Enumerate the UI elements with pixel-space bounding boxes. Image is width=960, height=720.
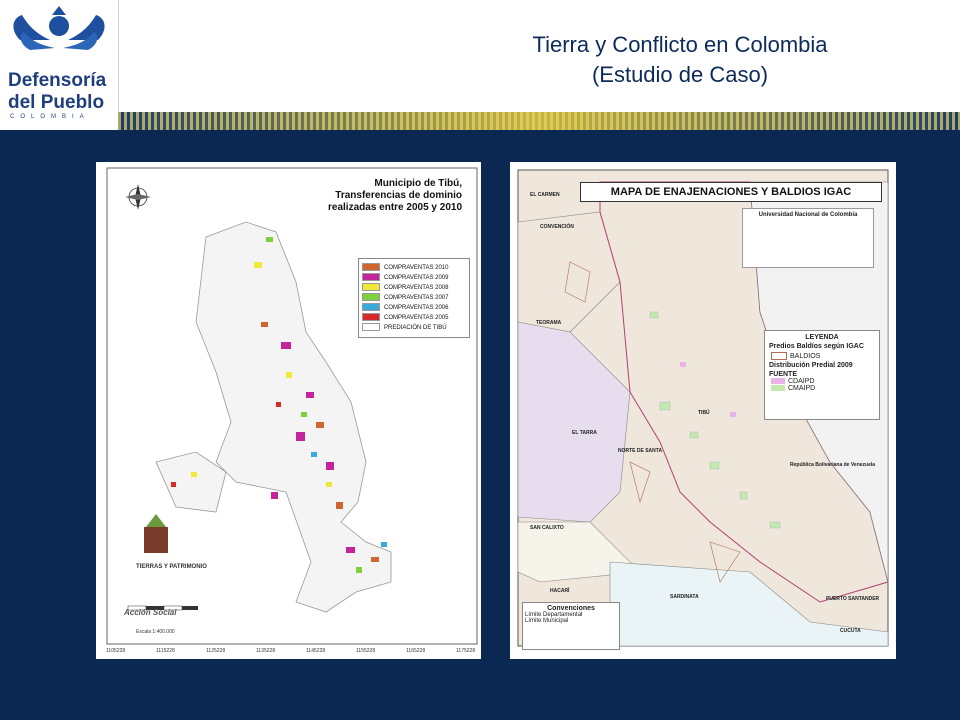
legend-title: LEYENDA	[805, 334, 839, 341]
legend-cmaipd: CMAIPD	[771, 385, 879, 392]
legend-item: COMPRAVENTAS 2006	[362, 303, 466, 313]
legend-swatch	[362, 263, 380, 272]
legend-subtitle1: Predios Baldíos según IGAC	[769, 343, 864, 350]
legend-item: COMPRAVENTAS 2009	[362, 273, 466, 283]
x-tick-label: 1175228	[456, 648, 476, 654]
legend-label: COMPRAVENTAS 2006	[384, 305, 449, 311]
x-tick-label: 1145228	[306, 648, 326, 654]
cmaipd-label: CMAIPD	[788, 385, 816, 392]
legend-swatch	[362, 283, 380, 292]
legend-baldios: BALDIOS	[771, 352, 879, 360]
legend-item: COMPRAVENTAS 2005	[362, 313, 466, 323]
place-label: SARDINATA	[670, 594, 699, 600]
place-label: TEORAMA	[536, 320, 562, 326]
place-label: CUCUTA	[840, 628, 861, 634]
igac-map: MAPA DE ENAJENACIONES Y BALDIOS IGAC Uni…	[510, 162, 896, 659]
baldios-swatch	[771, 352, 787, 360]
tibu-transfers-map: Municipio de Tibú, Transferencias de dom…	[96, 162, 481, 659]
left-title-line2: Transferencias de dominio	[335, 190, 462, 201]
left-map-title: Municipio de Tibú, Transferencias de dom…	[312, 178, 462, 214]
logo-line3: COLOMBIA	[10, 114, 90, 120]
legend-swatch	[362, 323, 380, 332]
place-label: TIBÚ	[698, 410, 710, 416]
right-map-title: MAPA DE ENAJENACIONES Y BALDIOS IGAC	[580, 182, 882, 202]
legend-subtitle2: Distribución Predial 2009	[769, 362, 853, 369]
legend-item: PREDIACIÓN DE TIBÚ	[362, 323, 466, 333]
x-tick-label: 1105228	[106, 648, 126, 654]
legend-swatch	[362, 313, 380, 322]
place-label: SAN CALIXTO	[530, 525, 564, 531]
cmaipd-swatch	[771, 385, 785, 392]
decorative-band	[118, 112, 960, 130]
place-label: República Bolivariana de Venezuela	[790, 462, 876, 468]
title-line1: Tierra y Conflicto en Colombia	[532, 32, 828, 57]
legend-label: COMPRAVENTAS 2008	[384, 285, 449, 291]
place-label: HACARÍ	[550, 588, 570, 594]
left-title-line1: Municipio de Tibú,	[374, 178, 462, 189]
legend-item: COMPRAVENTAS 2010	[362, 263, 466, 273]
tierras-logo-label: TIERRAS Y PATRIMONIO	[136, 564, 207, 570]
convenciones-box: Convenciones Límite Departamental Límite…	[522, 602, 620, 650]
logo-line1: Defensoría	[8, 70, 107, 91]
place-label: PUERTO SANTANDER	[826, 596, 880, 602]
legend-label: COMPRAVENTAS 2005	[384, 315, 449, 321]
legend-label: COMPRAVENTAS 2009	[384, 275, 449, 281]
legend-swatch	[362, 273, 380, 282]
scale-label: Escala 1:400.000	[136, 629, 175, 635]
x-tick-label: 1155228	[356, 648, 376, 654]
cdaipd-swatch	[771, 378, 785, 385]
header: Defensoría del Pueblo COLOMBIA Tierra y …	[0, 0, 960, 130]
place-label: CONVENCIÓN	[540, 224, 574, 230]
place-label: EL CARMEN	[530, 192, 560, 198]
accion-social-logo: Acción Social	[124, 608, 177, 617]
legend-swatch	[362, 293, 380, 302]
place-label: NORTE DE SANTA	[618, 448, 663, 454]
title-line2: (Estudio de Caso)	[591, 62, 769, 87]
x-tick-row: 1105228 1115228 1125228 1135228 1145228 11552…	[96, 648, 481, 658]
legend-label: COMPRAVENTAS 2010	[384, 265, 449, 271]
x-tick-label: 1125228	[206, 648, 226, 654]
legend-label: COMPRAVENTAS 2007	[384, 295, 449, 301]
legend-list: COMPRAVENTAS 2010 COMPRAVENTAS 2009 COMPRA…	[362, 263, 466, 333]
left-map-legend: COMPRAVENTAS 2010 COMPRAVENTAS 2009 COMPRA…	[358, 258, 470, 338]
conv-municipal: Límite Municipal	[525, 618, 569, 624]
defensoria-logo: Defensoría del Pueblo COLOMBIA	[0, 0, 119, 120]
place-label: EL TARRA	[572, 430, 597, 436]
legend-label: PREDIACIÓN DE TIBÚ	[384, 325, 447, 331]
convenciones-title: Convenciones	[547, 605, 595, 612]
page-title: Tierra y Conflicto en Colombia (Estudio …	[470, 30, 890, 90]
logo-line2: del Pueblo	[8, 92, 105, 113]
institution-box: Universidad Nacional de Colombia	[742, 208, 874, 268]
dove-hands-icon	[13, 6, 105, 50]
x-tick-label: 1115228	[156, 648, 175, 654]
left-title-line3: realizadas entre 2005 y 2010	[328, 202, 462, 213]
legend-subtitle3: FUENTE	[769, 371, 797, 378]
right-map-legend: LEYENDA Predios Baldíos según IGAC BALDI…	[764, 330, 880, 420]
x-tick-label: 1135228	[256, 648, 276, 654]
legend-cdaipd: CDAIPD	[771, 378, 879, 385]
baldios-label: BALDIOS	[790, 352, 821, 360]
legend-item: COMPRAVENTAS 2007	[362, 293, 466, 303]
legend-swatch	[362, 303, 380, 312]
cdaipd-label: CDAIPD	[788, 378, 815, 385]
x-tick-label: 1165228	[406, 648, 426, 654]
left-map-graphic	[96, 162, 481, 659]
legend-item: COMPRAVENTAS 2008	[362, 283, 466, 293]
institution-name: Universidad Nacional de Colombia	[758, 212, 858, 218]
